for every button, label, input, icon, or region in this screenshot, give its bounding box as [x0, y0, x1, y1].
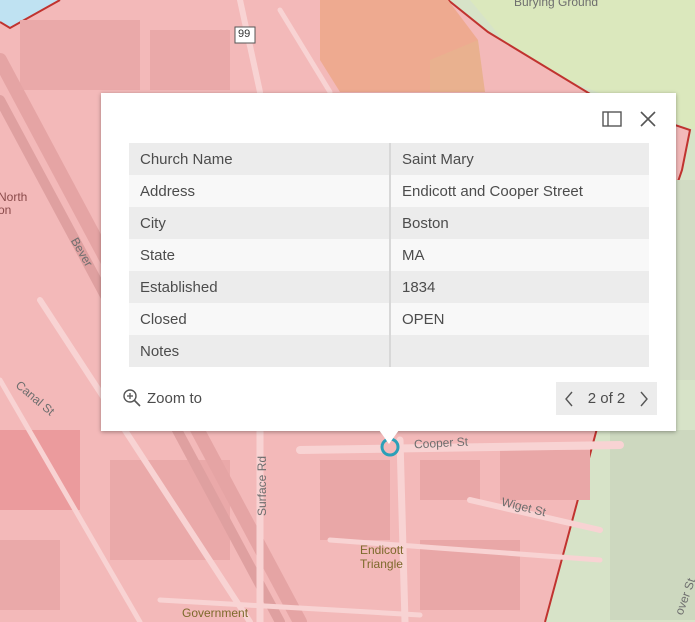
table-row: State MA: [129, 239, 649, 271]
field-name: Church Name: [129, 143, 391, 175]
field-name: Closed: [129, 303, 391, 335]
building: [500, 450, 590, 500]
table-row: City Boston: [129, 207, 649, 239]
zoom-to-label: Zoom to: [147, 389, 203, 407]
field-value: [390, 335, 649, 367]
table-row: Closed OPEN: [129, 303, 649, 335]
table-row: Notes: [129, 335, 649, 367]
map-label-route-99: 99: [238, 28, 251, 40]
dock-icon: [602, 111, 622, 127]
field-name: State: [129, 239, 391, 271]
pager-count: 2 of 2: [587, 390, 626, 407]
chevron-right-icon: [640, 391, 648, 406]
feature-popup: Church Name Saint Mary Address Endicott an…: [101, 93, 676, 431]
close-button[interactable]: [636, 107, 660, 131]
building: [150, 30, 230, 90]
map-label-endicott: Endicott: [360, 543, 404, 557]
field-value: OPEN: [390, 303, 649, 335]
field-value: 1834: [390, 271, 649, 303]
field-name: Established: [129, 271, 391, 303]
map-label-triangle: Triangle: [360, 557, 403, 571]
previous-feature-button[interactable]: [564, 391, 574, 407]
map-label-surface-rd: Surface Rd: [255, 455, 269, 516]
map-label-burying-ground: Burying Ground: [514, 0, 599, 9]
building: [0, 540, 60, 610]
chevron-left-icon: [565, 391, 573, 406]
field-value: Saint Mary: [390, 143, 649, 175]
map-label-government: Government: [182, 606, 249, 620]
building: [20, 20, 140, 90]
feature-pager: 2 of 2: [556, 382, 657, 415]
table-row: Address Endicott and Cooper Street: [129, 175, 649, 207]
building: [110, 460, 230, 560]
table-row: Established 1834: [129, 271, 649, 303]
map-label-cooper-st: Cooper St: [413, 434, 469, 452]
field-value: Endicott and Cooper Street: [390, 175, 649, 207]
field-value: MA: [390, 239, 649, 271]
map-label-on: on: [0, 203, 12, 217]
field-name: City: [129, 207, 391, 239]
map-label-north: North: [0, 190, 28, 204]
table-row: Church Name Saint Mary: [129, 143, 649, 175]
building: [420, 460, 480, 500]
dock-button[interactable]: [600, 107, 624, 131]
field-name: Address: [129, 175, 391, 207]
attribute-table: Church Name Saint Mary Address Endicott an…: [129, 143, 649, 367]
field-value: Boston: [390, 207, 649, 239]
field-name: Notes: [129, 335, 391, 367]
close-icon: [640, 111, 656, 127]
next-feature-button[interactable]: [639, 391, 649, 407]
building: [320, 460, 390, 540]
zoom-to-button[interactable]: Zoom to: [122, 387, 202, 409]
popup-pointer: [379, 430, 399, 444]
zoom-in-icon: [123, 389, 141, 407]
